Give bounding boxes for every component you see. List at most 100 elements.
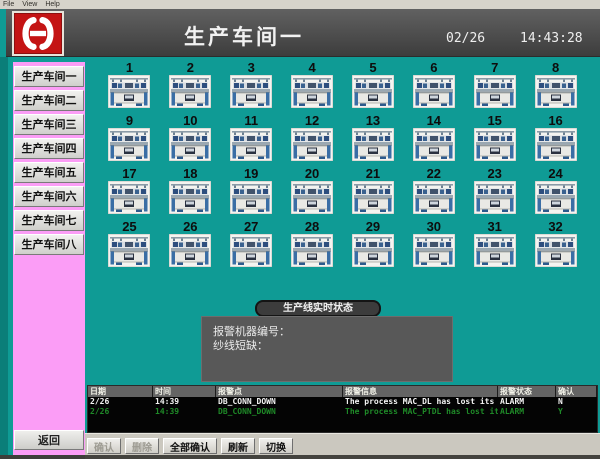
knitting-machine-icon — [474, 181, 516, 214]
machine-number: 26 — [183, 219, 197, 234]
sidebar-item-workshop-6[interactable]: 生产车间六 — [14, 186, 84, 207]
machine-number: 5 — [369, 60, 376, 75]
machine-number: 28 — [305, 219, 319, 234]
machine-cell-24[interactable]: 24 — [525, 166, 586, 219]
machine-cell-11[interactable]: 11 — [221, 113, 282, 166]
machine-number: 3 — [248, 60, 255, 75]
machine-cell-2[interactable]: 2 — [160, 60, 221, 113]
machine-number: 21 — [366, 166, 380, 181]
menu-file[interactable]: File — [3, 1, 14, 8]
machine-cell-31[interactable]: 31 — [464, 219, 525, 272]
knitting-machine-icon — [291, 234, 333, 267]
machine-number: 15 — [487, 113, 501, 128]
knitting-machine-icon — [291, 181, 333, 214]
alarm-column-header: 确认 — [556, 386, 597, 397]
alarm-row[interactable]: 2/2614:39DB_CONN_DOWNThe process MAC_PTD… — [88, 407, 597, 417]
alarm-column-header: 时间 — [153, 386, 216, 397]
header-date: 02/26 — [446, 31, 485, 46]
machine-cell-30[interactable]: 30 — [403, 219, 464, 272]
knitting-machine-icon — [291, 128, 333, 161]
menu-help[interactable]: Help — [45, 1, 59, 8]
alarm-toolbar: 确认删除全部确认刷新切换 — [85, 433, 600, 459]
machine-cell-19[interactable]: 19 — [221, 166, 282, 219]
machine-number: 6 — [430, 60, 437, 75]
alarm-column-header: 报警状态 — [498, 386, 556, 397]
back-button[interactable]: 返回 — [14, 430, 84, 450]
status-line-alarm-machine: 报警机器编号： — [213, 325, 452, 339]
machine-cell-17[interactable]: 17 — [99, 166, 160, 219]
knitting-machine-icon — [291, 75, 333, 108]
alarm-cell: DB_CONN_DOWN — [216, 407, 343, 417]
toolbar-button-刷新[interactable]: 刷新 — [221, 438, 255, 454]
machine-cell-14[interactable]: 14 — [403, 113, 464, 166]
toolbar-button-切换[interactable]: 切换 — [259, 438, 293, 454]
alarm-cell: N — [556, 397, 597, 407]
knitting-machine-icon — [169, 234, 211, 267]
sidebar: 生产车间一生产车间二生产车间三生产车间四生产车间五生产车间六生产车间七生产车间八… — [13, 62, 85, 455]
sidebar-item-workshop-7[interactable]: 生产车间七 — [14, 210, 84, 231]
machine-cell-27[interactable]: 27 — [221, 219, 282, 272]
machine-cell-12[interactable]: 12 — [282, 113, 343, 166]
knitting-machine-icon — [352, 234, 394, 267]
knitting-machine-icon — [474, 234, 516, 267]
machine-number: 7 — [491, 60, 498, 75]
sidebar-item-workshop-8[interactable]: 生产车间八 — [14, 234, 84, 255]
machine-number: 31 — [487, 219, 501, 234]
machine-cell-18[interactable]: 18 — [160, 166, 221, 219]
machine-cell-1[interactable]: 1 — [99, 60, 160, 113]
sidebar-item-workshop-2[interactable]: 生产车间二 — [14, 90, 84, 111]
sidebar-item-workshop-1[interactable]: 生产车间一 — [14, 66, 84, 87]
machine-cell-5[interactable]: 5 — [343, 60, 404, 113]
machine-grid: 1 2 — [99, 60, 586, 274]
knitting-machine-icon — [352, 75, 394, 108]
machine-cell-6[interactable]: 6 — [403, 60, 464, 113]
machine-cell-13[interactable]: 13 — [343, 113, 404, 166]
knitting-machine-icon — [230, 75, 272, 108]
machine-cell-26[interactable]: 26 — [160, 219, 221, 272]
alarm-column-header: 报警信息 — [343, 386, 498, 397]
machine-cell-7[interactable]: 7 — [464, 60, 525, 113]
machine-cell-16[interactable]: 16 — [525, 113, 586, 166]
machine-cell-22[interactable]: 22 — [403, 166, 464, 219]
alarm-cell: The process MAC_PTDL has lost its .. — [343, 407, 498, 417]
machine-cell-32[interactable]: 32 — [525, 219, 586, 272]
sidebar-item-workshop-3[interactable]: 生产车间三 — [14, 114, 84, 135]
app-window: FileViewHelp 生产车间一 02/26 14:43:28 生产车间一生… — [0, 0, 600, 459]
knitting-machine-icon — [230, 234, 272, 267]
machine-number: 19 — [244, 166, 258, 181]
alarm-cell: ALARM — [498, 397, 556, 407]
machine-cell-28[interactable]: 28 — [282, 219, 343, 272]
machine-cell-23[interactable]: 23 — [464, 166, 525, 219]
knitting-machine-icon — [535, 181, 577, 214]
knitting-machine-icon — [413, 128, 455, 161]
knitting-machine-icon — [230, 128, 272, 161]
machine-cell-29[interactable]: 29 — [343, 219, 404, 272]
machine-cell-21[interactable]: 21 — [343, 166, 404, 219]
alarm-cell: 14:39 — [153, 397, 216, 407]
alarm-table: 日期时间报警点报警信息报警状态确认 2/2614:39DB_CONN_DOWNT… — [87, 385, 598, 433]
knitting-machine-icon — [352, 128, 394, 161]
machine-cell-8[interactable]: 8 — [525, 60, 586, 113]
knitting-machine-icon — [413, 181, 455, 214]
machine-cell-15[interactable]: 15 — [464, 113, 525, 166]
sidebar-item-workshop-5[interactable]: 生产车间五 — [14, 162, 84, 183]
machine-number: 8 — [552, 60, 559, 75]
knitting-machine-icon — [108, 128, 150, 161]
knitting-machine-icon — [535, 75, 577, 108]
menu-view[interactable]: View — [22, 1, 37, 8]
machine-number: 23 — [487, 166, 501, 181]
menu-bar: File View Help — [0, 0, 600, 9]
machine-cell-10[interactable]: 10 — [160, 113, 221, 166]
machine-number: 10 — [183, 113, 197, 128]
page-title: 生产车间一 — [184, 21, 304, 51]
machine-cell-4[interactable]: 4 — [282, 60, 343, 113]
alarm-row[interactable]: 2/2614:39DB_CONN_DOWNThe process MAC_DL … — [88, 397, 597, 407]
toolbar-button-全部确认[interactable]: 全部确认 — [163, 438, 217, 454]
sidebar-item-workshop-4[interactable]: 生产车间四 — [14, 138, 84, 159]
machine-cell-3[interactable]: 3 — [221, 60, 282, 113]
machine-cell-9[interactable]: 9 — [99, 113, 160, 166]
machine-cell-25[interactable]: 25 — [99, 219, 160, 272]
alarm-table-header: 日期时间报警点报警信息报警状态确认 — [88, 386, 597, 397]
machine-cell-20[interactable]: 20 — [282, 166, 343, 219]
status-panel: 报警机器编号： 纱线短缺： — [201, 316, 453, 382]
